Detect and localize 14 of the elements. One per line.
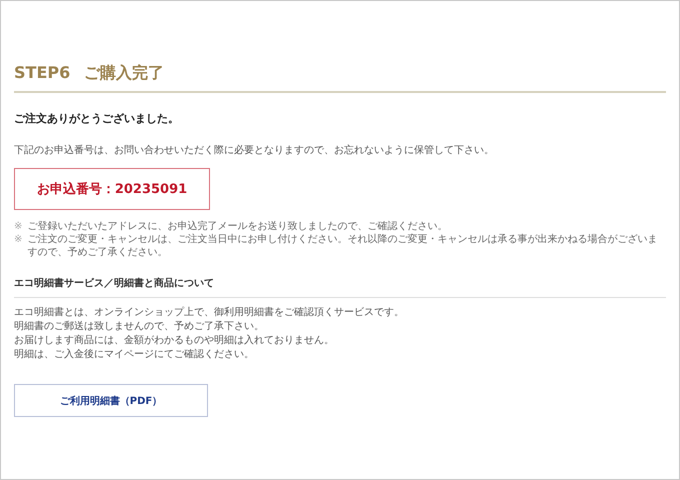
body-text: エコ明細書とは、オンラインショップ上で、御利用明細書をご確認頂くサービスです。 — [14, 306, 405, 320]
pdf-button[interactable]: ご利用明細書（PDF） — [14, 384, 208, 417]
body-text: 明細は、ご入金後にマイページにてご確認ください。 — [14, 348, 255, 362]
note-text: ご登録いただいたアドレスに、お申込完了メールをお送り致しましたので、ご確認ください。 — [27, 220, 448, 233]
page-title: STEP6 ご購入完了 — [14, 62, 166, 84]
note-text: ご注文のご変更・キャンセルは、ご注文当日中にお申し付けください。それ以降のご変更・キャンセルは承る事が出来かねる場合がございますので、予めご了承ください。 — [27, 233, 658, 259]
body-text: 明細書のご郵送は致しませんので、予めご了承下さい。 — [14, 320, 265, 334]
note-mark: ※ — [14, 233, 22, 247]
intro-text: 下記のお申込番号は、お問い合わせいただく際に必要となりますので、お忘れないように保管して下さい。 — [14, 144, 495, 158]
order-number-box: お申込番号：20235091 — [14, 168, 210, 210]
section-heading: エコ明細書サービス／明細書と商品について — [14, 277, 215, 291]
note-mark: ※ — [14, 220, 22, 233]
thanks-message: ご注文ありがとうございました。 — [14, 111, 180, 126]
body-text: お届けします商品には、金額がわかるものや明細は入れておりません。 — [14, 334, 335, 348]
